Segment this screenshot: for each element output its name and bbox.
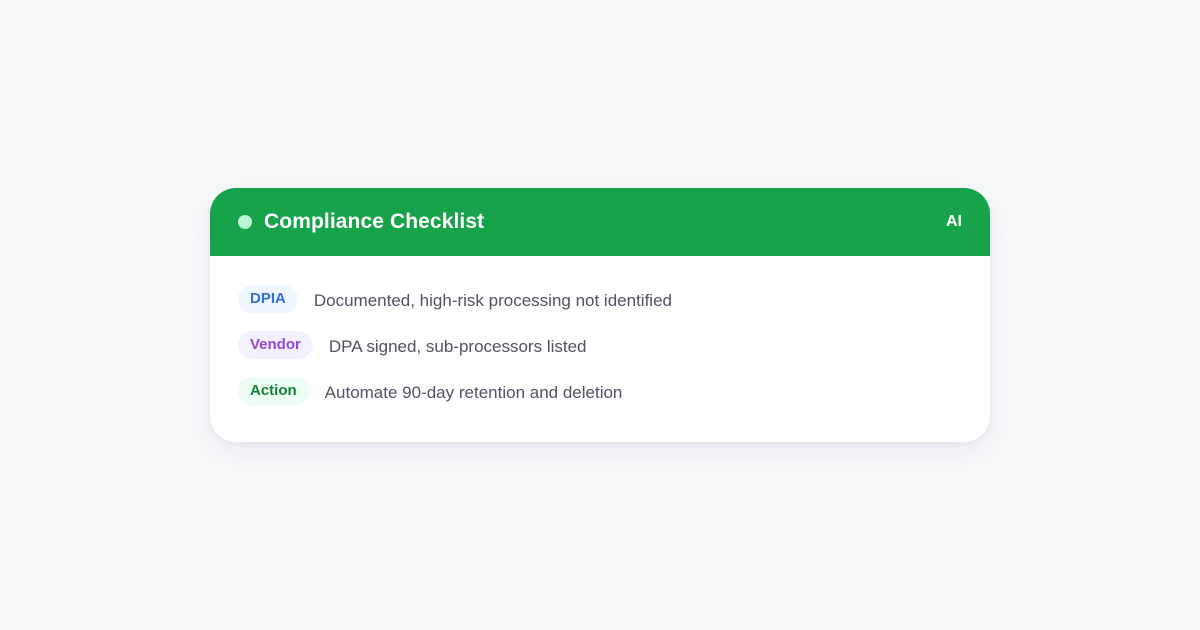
checklist-item-dpia: DPIA Documented, high-risk processing no…	[238, 284, 962, 314]
status-dot-icon	[238, 215, 252, 229]
dpia-tag: DPIA	[238, 285, 298, 313]
action-tag: Action	[238, 377, 309, 405]
card-title: Compliance Checklist	[264, 210, 485, 233]
checklist-item-action: Action Automate 90-day retention and del…	[238, 376, 962, 406]
checklist-item-text: DPA signed, sub-processors listed	[328, 337, 587, 356]
checklist-item-text: Automate 90-day retention and deletion	[324, 383, 623, 402]
checklist: DPIA Documented, high-risk processing no…	[210, 256, 990, 406]
card-header: Compliance Checklist AI	[210, 188, 990, 256]
vendor-tag: Vendor	[238, 331, 313, 359]
compliance-checklist-card: Compliance Checklist AI DPIA Documented,…	[210, 188, 990, 442]
ai-badge: AI	[946, 213, 962, 230]
checklist-item-text: Documented, high-risk processing not ide…	[313, 291, 672, 310]
checklist-item-vendor: Vendor DPA signed, sub-processors listed	[238, 330, 962, 360]
